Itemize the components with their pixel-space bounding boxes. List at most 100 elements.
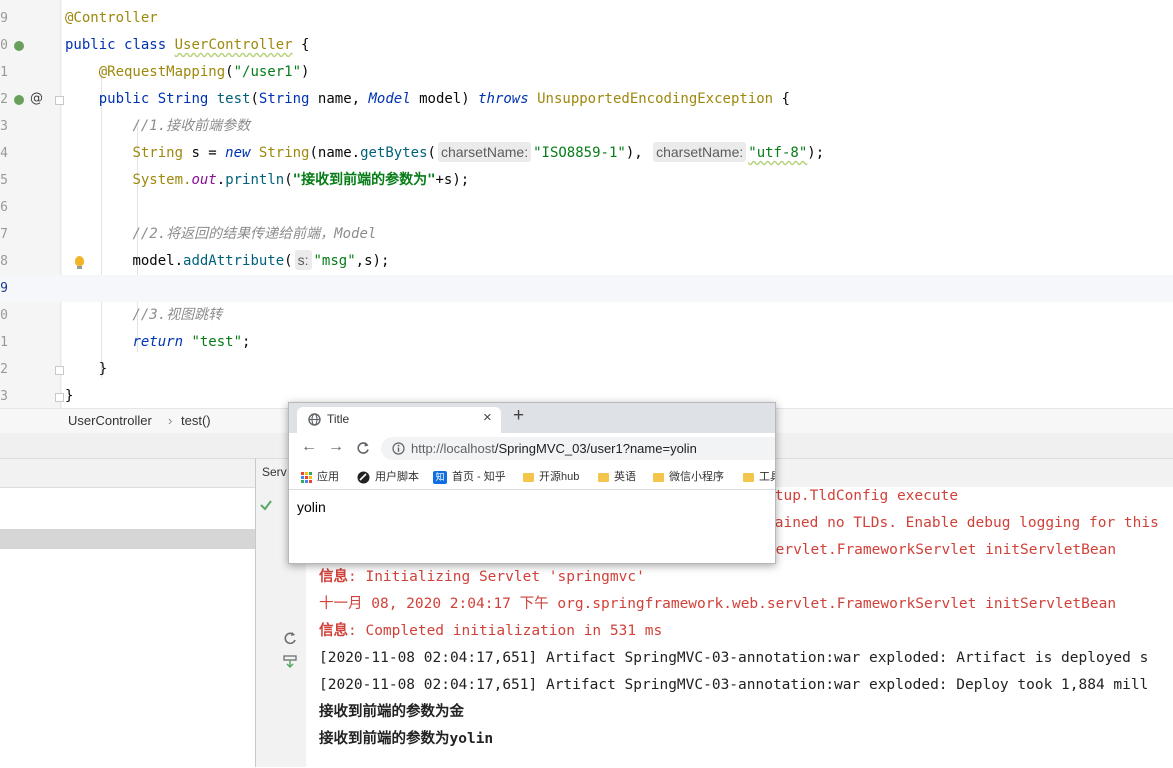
exception-token: UnsupportedEncodingException	[537, 91, 774, 107]
spring-bean-icon[interactable]	[14, 95, 24, 105]
fold-marker-icon[interactable]	[55, 393, 64, 402]
spring-bean-icon[interactable]	[14, 41, 24, 51]
code-line: 3 //1.接收前端参数	[0, 113, 1173, 140]
parameter-hint: charsetName:	[653, 142, 747, 162]
console-line: 接收到前端的参数为yolin	[319, 731, 494, 747]
back-arrow-icon[interactable]: ←	[301, 438, 317, 456]
type-token: String	[258, 145, 310, 161]
dot-token: .	[216, 172, 226, 188]
keyword-token: public	[65, 37, 116, 53]
expr-token: (name.	[309, 145, 361, 161]
keyword-token: throws	[478, 91, 529, 107]
new-tab-icon[interactable]: +	[513, 405, 524, 427]
bookmark-folder[interactable]: 工具	[743, 468, 775, 484]
line-number: 5	[0, 173, 8, 188]
code-line: 2 }	[0, 356, 1173, 383]
globe-icon	[308, 413, 321, 426]
fold-marker-icon[interactable]	[55, 366, 64, 375]
method-name-token: addAttribute	[183, 253, 285, 269]
class-name-token: UserController	[174, 37, 293, 53]
console-line: 十一月 08, 2020 2:04:17 下午 org.springframew…	[319, 596, 1117, 612]
bookmark-folder[interactable]: 微信小程序	[653, 468, 724, 484]
bookmark-label: 开源hub	[539, 471, 580, 483]
browser-tab-title: Title	[327, 412, 350, 426]
code-line: 1 return "test";	[0, 329, 1173, 356]
line-number: 2	[0, 362, 8, 377]
variable-token: s =	[183, 145, 226, 161]
type-token: String	[258, 91, 310, 107]
log-message: : Completed initialization in 531 ms	[348, 623, 663, 639]
parameter-hint: charsetName:	[437, 142, 532, 162]
zhihu-icon: 知	[433, 470, 447, 484]
folder-icon	[598, 472, 609, 482]
fold-marker-icon[interactable]	[55, 96, 64, 105]
param-token: name,	[309, 91, 369, 107]
address-bar[interactable]: http://localhost/SpringMVC_03/user1?name…	[381, 437, 775, 460]
bookmark-label: 首页 - 知乎	[452, 471, 506, 483]
bookmark-apps[interactable]: 应用	[301, 468, 339, 484]
semicolon-token: ;	[242, 334, 251, 350]
bookmark-label: 用户脚本	[375, 471, 419, 483]
line-number: 0	[0, 38, 8, 53]
paren-token: (	[250, 91, 259, 107]
keyword-token: new	[225, 145, 251, 161]
string-token: "/user1"	[233, 64, 302, 80]
browser-tab-strip: Title × +	[289, 403, 775, 433]
current-code-line[interactable]: 9	[0, 275, 1173, 302]
paren-token: );	[807, 145, 825, 161]
code-line: 6	[0, 194, 1173, 221]
bookmark-folder[interactable]: 英语	[598, 468, 636, 484]
breadcrumb-class[interactable]: UserController	[68, 413, 152, 428]
line-number: 0	[0, 308, 8, 323]
code-line: 1 @RequestMapping("/user1")	[0, 59, 1173, 86]
line-number: 6	[0, 200, 8, 215]
line-number: 4	[0, 146, 8, 161]
annotation-token: @Controller	[65, 10, 158, 26]
selected-tree-row[interactable]	[0, 529, 255, 549]
url-host: http://localhost	[411, 441, 495, 456]
paren-token: (	[284, 253, 293, 269]
console-line: 接收到前端的参数为金	[319, 704, 464, 720]
services-tree[interactable]	[0, 487, 255, 768]
forward-arrow-icon[interactable]: →	[328, 438, 344, 456]
method-name-token: println	[225, 172, 285, 188]
annotation-token: @RequestMapping	[98, 64, 226, 80]
console-line: [2020-11-08 02:04:17,651] Artifact Sprin…	[319, 650, 1149, 666]
line-number: 1	[0, 335, 8, 350]
bookmark-userscripts[interactable]: 用户脚本	[357, 468, 419, 484]
breadcrumb-separator: ›	[168, 413, 173, 428]
close-tab-icon[interactable]: ×	[483, 409, 492, 426]
info-icon[interactable]	[392, 442, 405, 455]
param-token: model)	[410, 91, 479, 107]
bookmark-zhihu[interactable]: 知首页 - 知乎	[433, 468, 506, 484]
breadcrumb-method[interactable]: test()	[181, 413, 211, 428]
console-line: 信息: Completed initialization in 531 ms	[319, 618, 662, 645]
string-token: "ISO8859-1"	[533, 145, 626, 161]
parameter-hint: s:	[294, 250, 312, 270]
brace-token: }	[98, 361, 108, 377]
url-path: /SpringMVC_03/user1?name=yolin	[494, 441, 697, 456]
bookmark-folder[interactable]: 开源hub	[523, 468, 579, 484]
paren-token: ),	[625, 145, 652, 161]
type-token: String	[157, 91, 209, 107]
code-line: 8 model.addAttribute(s: "msg",s);	[0, 248, 1173, 275]
bookmark-label: 工具	[759, 471, 775, 483]
request-mapping-icon[interactable]: @	[30, 91, 43, 106]
comment-token: //2.将返回的结果传递给前端，Model	[132, 226, 377, 242]
keyword-token: return	[132, 334, 184, 350]
variable-token: model.	[132, 253, 184, 269]
log-message: : Initializing Servlet 'springmvc'	[348, 569, 645, 585]
reload-icon[interactable]	[356, 441, 370, 455]
method-name-token: test	[216, 91, 251, 107]
scroll-to-end-icon[interactable]	[283, 655, 297, 669]
rerun-icon[interactable]	[283, 631, 297, 645]
type-token: String	[132, 145, 184, 161]
code-editor[interactable]: 9 @Controller 0 public class UserControl…	[0, 0, 1173, 408]
line-number: 7	[0, 227, 8, 242]
check-icon[interactable]	[260, 499, 272, 511]
browser-tab[interactable]: Title ×	[297, 407, 501, 433]
expr-token: +s);	[435, 172, 470, 188]
string-token: "test"	[191, 334, 243, 350]
keyword-token: class	[124, 37, 167, 53]
line-number: 1	[0, 65, 8, 80]
